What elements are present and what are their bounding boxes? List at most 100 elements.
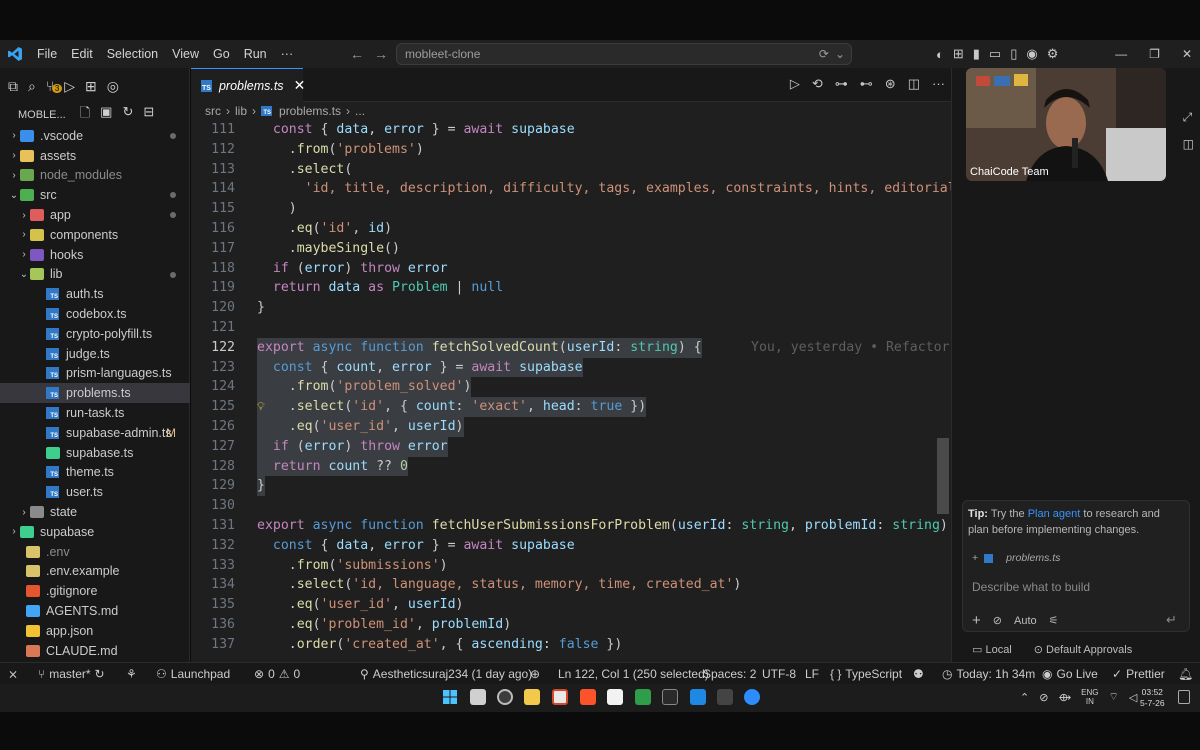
file-item[interactable]: TS theme.ts [0,463,190,483]
menu-item[interactable]: View [165,47,206,61]
folder-item[interactable]: ⌄ lib [0,265,190,285]
local-button[interactable]: ▭ Local [972,643,1012,656]
blame-item[interactable]: ⚲ Aestheticsuraj234 (1 day ago) [360,667,532,681]
encoding[interactable]: UTF-8 [762,667,796,681]
folder-item[interactable]: › state [0,502,190,522]
file-item[interactable]: AGENTS.md [0,601,190,621]
folder-item[interactable]: › supabase [0,522,190,542]
forward-arrow-icon[interactable]: → [374,46,388,62]
copilot-icon[interactable]: ⟳ [819,47,829,61]
folder-item[interactable]: › node_modules [0,166,190,186]
file-item[interactable]: supabase.ts [0,443,190,463]
zoom-app-icon[interactable] [744,689,760,705]
launchpad-item[interactable]: ⚇ Launchpad [156,667,230,681]
file-item[interactable]: TS crypto-polyfill.ts [0,324,190,344]
plan-agent-link[interactable]: Plan agent [1028,508,1081,520]
folder-item[interactable]: › app [0,205,190,225]
new-folder-icon[interactable]: ▣ [100,104,112,126]
file-item[interactable]: TS run-task.ts [0,403,190,423]
breadcrumb-item[interactable]: src [205,104,221,118]
close-window-icon[interactable]: ✕ [1182,47,1192,61]
git-graph-icon[interactable]: ⚘ [126,667,137,681]
explorer-icon[interactable]: ⧉ [8,78,18,95]
file-item[interactable]: TS auth.ts [0,284,190,304]
tab-problems-ts[interactable]: TS problems.ts ✕ [191,68,305,102]
cursor-app-icon[interactable] [717,689,733,705]
file-item[interactable]: .env [0,542,190,562]
brave-browser-icon[interactable] [580,689,596,705]
zoom-icon[interactable]: ⊕ [530,667,540,681]
breadcrumb-item[interactable]: problems.ts [279,104,341,118]
timeline-icon[interactable]: ⟲ [812,76,823,92]
wifi-icon[interactable]: ⌔ [1109,690,1119,704]
go-live[interactable]: ◉ Go Live [1042,667,1098,681]
copilot-status-icon[interactable]: ◐ [936,47,944,62]
split-panel-icon[interactable]: ◫ [1183,137,1194,151]
problems-item[interactable]: ⊗ 0 ⚠ 0 [254,667,300,681]
file-item[interactable]: TS judge.ts [0,344,190,364]
cast-icon[interactable]: ⟴ [1058,691,1071,704]
file-explorer-icon[interactable] [524,689,540,705]
split-editor-icon[interactable]: ◫ [908,76,920,92]
volume-icon[interactable]: ◁ [1129,691,1137,704]
file-item[interactable]: TS user.ts [0,482,190,502]
compare-icon[interactable]: ⊷ [860,76,873,92]
end-of-line[interactable]: LF [805,667,819,681]
remote-icon[interactable]: ⨯ [8,667,18,681]
run-debug-icon[interactable]: ▷ [64,78,75,95]
breadcrumb-item[interactable]: ... [355,104,365,118]
tray-chevron-icon[interactable]: ⌃ [1020,691,1029,704]
file-item[interactable]: TS supabase-admin.ts M [0,423,190,443]
terminal-icon[interactable] [662,689,678,705]
run-icon[interactable]: ▷ [790,76,800,92]
breadcrumb-item[interactable]: lib [235,104,247,118]
windows-start-icon[interactable] [442,689,458,705]
more-actions-icon[interactable]: ··· [932,76,945,92]
settings-sliders-icon[interactable]: ⚟ [1049,614,1059,627]
toggle-secondary-sidebar-icon[interactable]: ▯ [1010,46,1017,62]
terminal-app-icon[interactable] [635,689,651,705]
app-icon[interactable] [552,689,568,705]
notifications-icon[interactable]: 🔔︎ [1178,667,1193,681]
time-tracker[interactable]: ◷ Today: 1h 34m [942,667,1035,681]
toggle-panel-icon[interactable]: ▭ [989,46,1001,62]
file-item[interactable]: TS prism-languages.ts [0,364,190,384]
extensions-icon[interactable]: ⊞ [85,78,97,95]
menu-item[interactable]: Edit [64,47,100,61]
cursor-position[interactable]: Ln 122, Col 1 (250 selected) [558,667,709,681]
add-context-icon[interactable]: + [972,552,978,564]
back-arrow-icon[interactable]: ← [350,46,364,62]
customize-layout-icon[interactable]: ⊞ [953,46,964,62]
add-icon[interactable]: + [972,612,981,629]
folder-item[interactable]: › hooks [0,245,190,265]
file-item[interactable]: TS codebox.ts [0,304,190,324]
chat-context-file[interactable]: + problems.ts [972,552,1060,564]
maximize-panel-icon[interactable]: ⤢ [1183,110,1194,125]
send-icon[interactable]: ↵ [1166,612,1177,628]
code-editor[interactable]: 111 const { data, error } = await supaba… [191,120,951,662]
menu-item[interactable]: Run [237,47,274,61]
toggle-sidebar-icon[interactable]: ▮ [973,46,980,62]
vscode-taskbar-icon[interactable] [690,689,706,705]
file-item[interactable]: .gitignore [0,581,190,601]
obs-icon[interactable] [497,689,513,705]
folder-item[interactable]: › .vscode [0,126,190,146]
approvals-button[interactable]: ⊙ Default Approvals [1034,643,1133,656]
minimize-icon[interactable]: — [1115,47,1127,61]
menu-item[interactable]: ··· [274,47,301,61]
notification-center-icon[interactable] [1178,690,1190,704]
mode-select[interactable]: Auto [1014,615,1037,627]
lang-indicator[interactable]: ENG IN [1081,688,1098,706]
indentation[interactable]: Spaces: 2 [703,667,756,681]
account-icon[interactable]: ◉ [1026,46,1037,62]
gitlens-icon[interactable]: ⊛ [885,76,896,92]
menu-item[interactable]: Go [206,47,237,61]
file-item[interactable]: CLAUDE.md [0,641,190,661]
remote-explorer-icon[interactable]: ◎ [107,78,119,95]
tools-icon[interactable]: ⊘ [993,614,1002,627]
chevron-down-icon[interactable]: ⌄ [835,47,845,61]
file-item[interactable]: app.json [0,621,190,641]
branch-item[interactable]: ⑂ master* ↻ [38,667,105,681]
notion-icon[interactable] [607,689,623,705]
menu-item[interactable]: File [30,47,64,61]
